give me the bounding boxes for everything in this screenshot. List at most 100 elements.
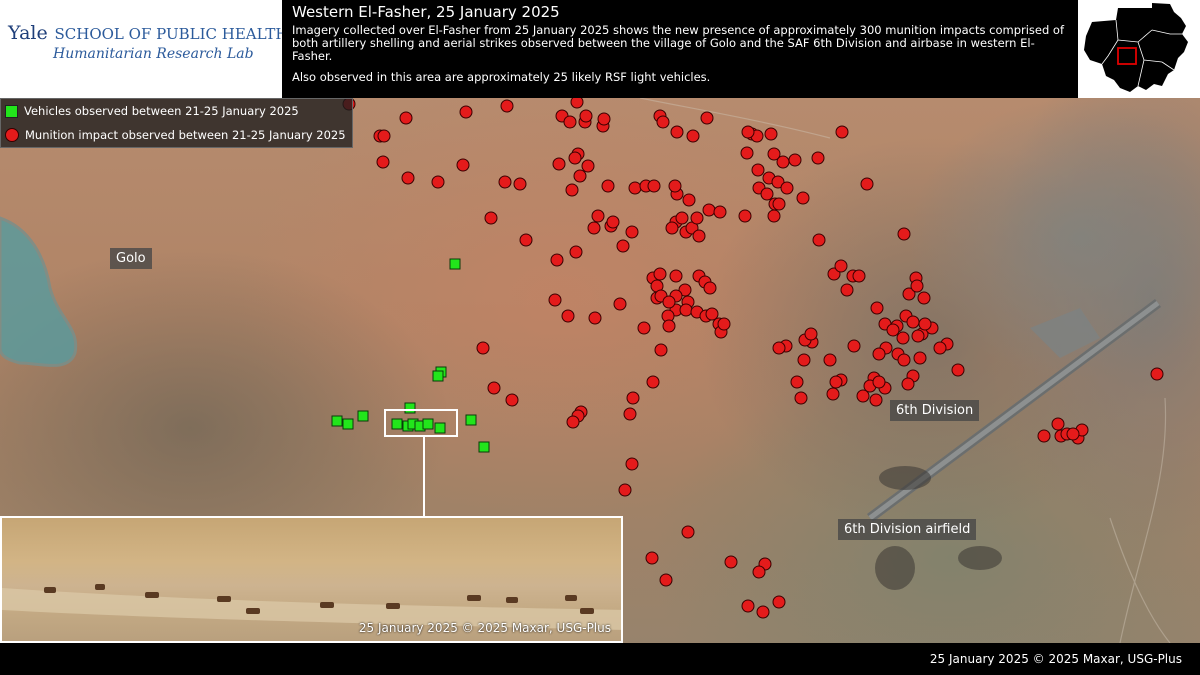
munition-impact-marker <box>637 321 651 335</box>
sudan-locator-map <box>1078 0 1200 98</box>
vehicle-marker <box>434 422 446 434</box>
vehicle-marker <box>449 258 461 270</box>
munition-impact-marker <box>776 155 790 169</box>
footer-credit: 25 January 2025 © 2025 Maxar, USG-Plus <box>929 652 1182 666</box>
munition-impact-marker <box>626 391 640 405</box>
vehicle-square-icon <box>5 104 18 118</box>
munition-impact-marker <box>933 341 947 355</box>
vehicle-marker <box>478 441 490 453</box>
munition-impact-marker <box>918 317 932 331</box>
munition-impact-marker <box>906 315 920 329</box>
munition-impact-marker <box>767 209 781 223</box>
logo-school-label: SCHOOL OF PUBLIC HEALTH <box>54 25 289 43</box>
legend-impacts: Munition impact observed between 21-25 J… <box>1 123 352 147</box>
munition-impact-marker <box>690 211 704 225</box>
munition-impact-marker <box>552 157 566 171</box>
vehicle-marker <box>465 414 477 426</box>
legend-vehicles: Vehicles observed between 21-25 January … <box>1 99 352 123</box>
munition-impact-marker <box>645 551 659 565</box>
munition-impact-marker <box>1150 367 1164 381</box>
munition-impact-marker <box>659 573 673 587</box>
munition-impact-marker <box>780 181 794 195</box>
munition-impact-marker <box>665 221 679 235</box>
munition-impact-marker <box>601 179 615 193</box>
munition-impact-marker <box>623 407 637 421</box>
logo-yale-wordmark: Yale <box>8 22 48 44</box>
munition-impact-marker <box>872 375 886 389</box>
munition-impact-marker <box>484 211 498 225</box>
legend-vehicles-label: Vehicles observed between 21-25 January … <box>24 104 299 118</box>
munition-impact-marker <box>811 151 825 165</box>
munition-impact-marker <box>662 295 676 309</box>
munition-impact-marker <box>772 595 786 609</box>
munition-impact-marker <box>519 233 533 247</box>
munition-impact-marker <box>713 205 727 219</box>
munition-impact-marker <box>835 125 849 139</box>
logo-school-name: Yale SCHOOL OF PUBLIC HEALTH <box>8 22 288 44</box>
yale-logo: Yale SCHOOL OF PUBLIC HEALTH Humanitaria… <box>0 0 288 98</box>
munition-impact-marker <box>566 415 580 429</box>
legend-impacts-label: Munition impact observed between 21-25 J… <box>25 128 346 142</box>
vehicle-marker <box>391 418 403 430</box>
munition-impact-marker <box>856 389 870 403</box>
munition-impact-marker <box>738 209 752 223</box>
page-title: Western El-Fasher, 25 January 2025 <box>292 3 560 21</box>
munition-impact-marker <box>513 177 527 191</box>
munition-impact-marker <box>917 291 931 305</box>
munition-impact-marker <box>834 259 848 273</box>
munition-impact-marker <box>741 125 755 139</box>
munition-impact-marker <box>550 253 564 267</box>
munition-impact-marker <box>597 112 611 126</box>
header-description: Imagery collected over El-Fasher from 25… <box>292 23 1065 63</box>
munition-impact-marker <box>656 115 670 129</box>
lake <box>0 216 78 367</box>
munition-impact-marker <box>570 98 584 109</box>
munition-impact-marker <box>752 565 766 579</box>
munition-impact-marker <box>487 381 501 395</box>
munition-impact-marker <box>847 339 861 353</box>
munition-impact-marker <box>669 269 683 283</box>
munition-impact-marker <box>646 375 660 389</box>
sudan-locator-svg <box>1084 3 1188 92</box>
label-airfield: 6th Division airfield <box>838 519 977 540</box>
logo-lab-name: Humanitarian Research Lab <box>53 46 254 62</box>
munition-impact-marker <box>886 323 900 337</box>
munition-impact-marker <box>826 387 840 401</box>
munition-impact-marker <box>616 239 630 253</box>
munition-impact-marker <box>377 129 391 143</box>
munition-impact-marker <box>625 225 639 239</box>
munition-impact-marker <box>692 229 706 243</box>
munition-impact-marker <box>588 311 602 325</box>
munition-impact-marker <box>840 283 854 297</box>
munition-impact-marker <box>376 155 390 169</box>
munition-impact-marker <box>951 363 965 377</box>
vehicle-marker <box>432 370 444 382</box>
inset-credit: 25 January 2025 © 2025 Maxar, USG-Plus <box>358 621 611 635</box>
vehicle-marker <box>404 402 416 414</box>
munition-impact-marker <box>812 233 826 247</box>
footer-bar: 25 January 2025 © 2025 Maxar, USG-Plus <box>0 643 1200 675</box>
munition-impact-marker <box>613 297 627 311</box>
munition-impact-marker <box>702 203 716 217</box>
munition-impact-marker <box>476 341 490 355</box>
munition-impact-marker <box>1066 427 1080 441</box>
munition-impact-marker <box>1051 417 1065 431</box>
satellite-map: Vehicles observed between 21-25 January … <box>0 98 1200 643</box>
munition-impact-marker <box>823 353 837 367</box>
munition-impact-marker <box>804 327 818 341</box>
munition-impact-marker <box>456 158 470 172</box>
munition-impact-marker <box>741 599 755 613</box>
vehicle-marker <box>331 415 343 427</box>
munition-impact-marker <box>897 353 911 367</box>
munition-impact-marker <box>724 555 738 569</box>
label-6th-division: 6th Division <box>890 400 980 421</box>
munition-impact-marker <box>872 347 886 361</box>
munition-impact-marker <box>591 209 605 223</box>
vehicle-marker <box>357 410 369 422</box>
munition-impact-marker <box>760 187 774 201</box>
munition-impact-marker <box>772 197 786 211</box>
munition-impact-marker <box>505 393 519 407</box>
munition-impact-marker <box>399 111 413 125</box>
munition-impact-marker <box>1037 429 1051 443</box>
munition-impact-marker <box>788 153 802 167</box>
